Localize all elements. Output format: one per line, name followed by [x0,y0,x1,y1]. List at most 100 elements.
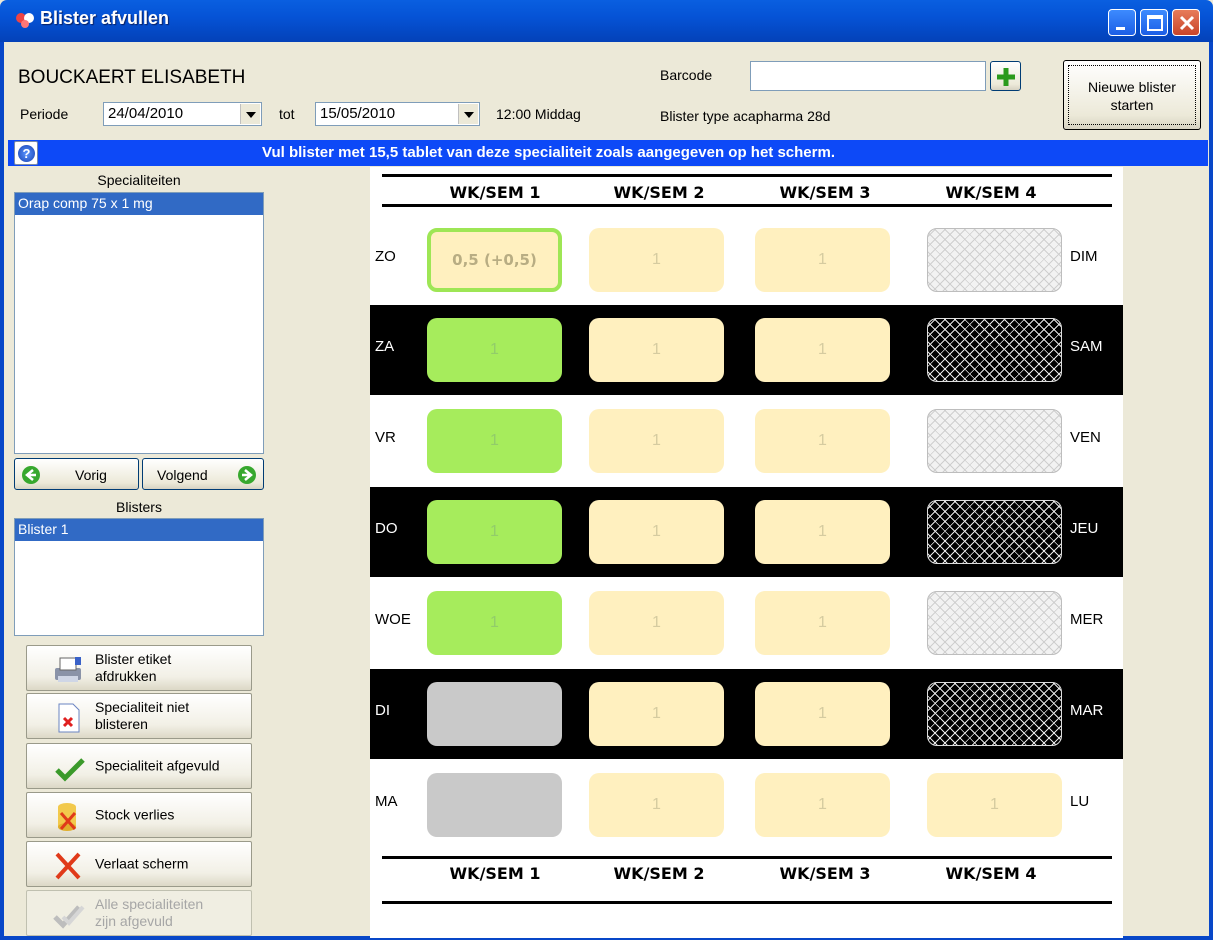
week-footer: WK/SEM 2 [613,864,705,883]
previous-button[interactable]: Vorig [14,458,139,490]
patient-name: BOUCKAERT ELISABETH [18,67,246,88]
day-label-right: DIM [1070,248,1098,265]
header-rule [382,204,1112,207]
day-label-right: SAM [1070,338,1103,355]
window-frame-right [1209,42,1213,940]
specialty-done-text: Specialiteit afgevuld [95,757,220,774]
blister-cell-unused [927,500,1062,564]
plus-icon [997,68,1015,86]
exit-screen-button[interactable]: Verlaat scherm [26,841,252,887]
specialty-done-button[interactable]: Specialiteit afgevuld [26,743,252,789]
top-rule [382,174,1112,177]
blister-cell-unused [927,318,1062,382]
date-to-select[interactable]: 15/05/2010 [315,102,480,126]
minimize-icon [1116,27,1125,30]
date-to-value: 15/05/2010 [320,105,396,122]
blister-cell[interactable]: 1 [755,500,890,564]
blister-cell-filled[interactable]: 1 [427,591,562,655]
blister-cell-filled[interactable]: 1 [427,318,562,382]
new-blister-button[interactable]: Nieuwe blister starten [1063,60,1201,130]
blister-cell[interactable]: 1 [589,500,724,564]
blister-cell[interactable]: 1 [589,318,724,382]
blister-cell[interactable]: 1 [589,228,724,292]
app-icon [14,10,36,30]
printer-icon [55,657,81,682]
blister-cell[interactable]: 1 [927,773,1062,837]
blister-cell[interactable]: 1 [755,318,890,382]
barcode-input[interactable] [750,61,986,91]
stock-loss-button[interactable]: Stock verlies [26,792,252,838]
day-label-left: DO [375,520,398,537]
blister-cell-filled[interactable]: 1 [427,500,562,564]
next-button[interactable]: Volgend [142,458,264,490]
instruction-text: Vul blister met 15,5 tablet van deze spe… [262,144,835,161]
blister-cell-unused [927,682,1062,746]
print-label-text: Blister etiket afdrukken [95,651,172,684]
all-done-button[interactable]: Alle specialiteiten zijn afgevuld [26,890,252,936]
blister-cell[interactable]: 1 [589,409,724,473]
day-label-left: VR [375,429,396,446]
window-title: Blister afvullen [40,8,170,28]
blister-cell-filled[interactable]: 1 [427,409,562,473]
arrow-right-icon [238,466,256,484]
week-footer: WK/SEM 4 [945,864,1037,883]
date-from-value: 24/04/2010 [108,105,184,122]
all-done-text: Alle specialiteiten zijn afgevuld [95,896,204,929]
blisters-title: Blisters [116,499,162,515]
barcode-label: Barcode [660,67,713,83]
day-label-left: MA [375,793,398,810]
week-header: WK/SEM 4 [945,183,1037,202]
blisters-list[interactable]: Blister 1 [14,518,264,636]
day-label-right: JEU [1070,520,1099,537]
close-button[interactable] [1172,9,1200,36]
list-item[interactable]: Blister 1 [15,519,263,541]
blister-cell[interactable]: 1 [589,591,724,655]
previous-label: Vorig [75,467,107,483]
new-blister-label: Nieuwe blister starten [1068,65,1196,125]
tot-label: tot [279,106,295,122]
week-footer: WK/SEM 1 [449,864,541,883]
week-footer: WK/SEM 3 [779,864,871,883]
checkmark-icon [55,758,85,782]
skip-specialty-button[interactable]: Specialiteit niet blisteren [26,693,252,739]
close-icon [1179,15,1195,31]
time-label: 12:00 Middag [496,106,581,122]
stock-loss-icon [58,803,77,831]
title-bar[interactable] [0,0,1213,42]
next-label: Volgend [157,467,208,483]
document-cross-icon [58,703,80,733]
minimize-button[interactable] [1108,9,1136,36]
week-header: WK/SEM 1 [449,183,541,202]
day-label-left: ZA [375,338,395,355]
blister-cell-current[interactable]: 0,5 (+0,5) [427,228,562,292]
blister-cell[interactable]: 1 [589,682,724,746]
blister-type-label: Blister type acapharma 28d [660,108,831,124]
maximize-button[interactable] [1140,9,1168,36]
blister-cell[interactable]: 1 [755,228,890,292]
chevron-down-icon[interactable] [458,104,478,124]
blister-cell[interactable]: 1 [755,682,890,746]
blister-cell-empty[interactable] [427,682,562,746]
help-icon: ? [18,145,35,162]
stock-loss-text: Stock verlies [95,806,175,823]
blister-cell-empty[interactable] [427,773,562,837]
footer-rule-bottom [382,901,1112,904]
day-label-left: WOE [375,611,411,628]
print-label-button[interactable]: Blister etiket afdrukken [26,645,252,691]
close-icon [55,852,81,880]
maximize-icon [1147,15,1163,31]
specialiteiten-list[interactable]: Orap comp 75 x 1 mg [14,192,264,454]
add-barcode-button[interactable] [990,61,1021,91]
help-button[interactable]: ? [14,141,38,165]
chevron-down-icon[interactable] [240,104,260,124]
list-item[interactable]: Orap comp 75 x 1 mg [15,193,263,215]
day-label-right: MER [1070,611,1104,628]
date-from-select[interactable]: 24/04/2010 [103,102,262,126]
blister-cell[interactable]: 1 [755,591,890,655]
day-label-right: VEN [1070,429,1101,446]
blister-cell[interactable]: 1 [755,773,890,837]
blister-cell-unused [927,228,1062,292]
footer-rule-top [382,856,1112,859]
blister-cell[interactable]: 1 [589,773,724,837]
blister-cell[interactable]: 1 [755,409,890,473]
